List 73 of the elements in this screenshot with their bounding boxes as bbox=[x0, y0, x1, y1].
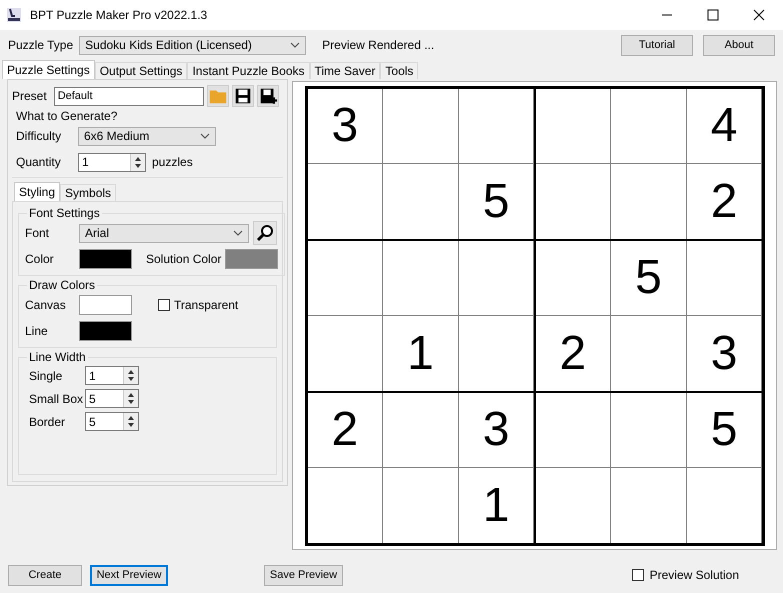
chevron-icon bbox=[233, 230, 243, 236]
color-swatch[interactable] bbox=[79, 249, 132, 269]
save-icon[interactable] bbox=[232, 85, 254, 107]
font-label: Font bbox=[25, 226, 50, 240]
grid-cell: 3 bbox=[686, 316, 762, 390]
color-swatch[interactable] bbox=[79, 321, 132, 341]
group-title: Draw Colors bbox=[28, 278, 96, 292]
difficulty-label: Difficulty bbox=[16, 129, 62, 143]
color-label: Canvas bbox=[25, 298, 67, 312]
search-icon bbox=[256, 224, 274, 242]
toolbar-button[interactable]: About bbox=[703, 34, 775, 56]
app-icon bbox=[6, 7, 22, 23]
number-spinner[interactable]: 5 bbox=[85, 389, 139, 408]
spinner-arrows-icon[interactable] bbox=[123, 367, 138, 384]
spinner-arrows-icon[interactable] bbox=[123, 413, 138, 430]
tab[interactable]: Puzzle Settings bbox=[2, 60, 95, 79]
tab[interactable]: Tools bbox=[380, 62, 418, 79]
grid-cell: 3 bbox=[308, 88, 382, 163]
toolbar-button[interactable]: Tutorial bbox=[621, 34, 693, 56]
maximize-icon[interactable] bbox=[707, 9, 719, 21]
difficulty-dropdown[interactable]: 6x6 Medium bbox=[78, 126, 216, 146]
grid-cell: 5 bbox=[686, 392, 762, 467]
puzzle-type-dropdown[interactable]: Sudoku Kids Edition (Licensed) bbox=[79, 36, 306, 54]
window-title: BPT Puzzle Maker Pro v2022.1.3 bbox=[30, 8, 208, 22]
grid-cell: 4 bbox=[686, 88, 762, 163]
grid-cell: 1 bbox=[383, 316, 458, 390]
save-as-icon[interactable] bbox=[256, 85, 279, 107]
preview-solution-label: Preview Solution bbox=[650, 568, 739, 582]
grid-cell: 3 bbox=[458, 392, 534, 467]
grid-cell: 5 bbox=[458, 164, 534, 238]
checkbox[interactable] bbox=[632, 569, 644, 581]
tab[interactable]: Instant Puzzle Books bbox=[187, 62, 310, 79]
transparent-label: Transparent bbox=[174, 298, 238, 312]
color-label: Color bbox=[25, 252, 55, 266]
field-label: Single bbox=[29, 368, 64, 382]
color-label: Solution Color bbox=[146, 252, 222, 266]
field-label: Small Box bbox=[29, 392, 81, 406]
tab[interactable]: Styling bbox=[14, 182, 60, 201]
chevron-icon bbox=[290, 42, 300, 48]
search-button[interactable] bbox=[253, 221, 277, 245]
grid-cell: 1 bbox=[458, 468, 534, 542]
grid-cell: 2 bbox=[308, 392, 382, 467]
color-swatch[interactable] bbox=[225, 249, 278, 269]
status-text: Preview Rendered ... bbox=[322, 38, 436, 52]
grid-cell: 2 bbox=[686, 164, 762, 238]
action-button[interactable]: Create bbox=[8, 564, 82, 586]
checkbox[interactable] bbox=[158, 299, 170, 311]
action-button[interactable]: Next Preview bbox=[90, 564, 168, 586]
group-title: Line Width bbox=[28, 350, 87, 364]
spinner-arrows-icon[interactable] bbox=[123, 390, 138, 407]
unit-label: puzzles bbox=[152, 155, 193, 169]
color-swatch[interactable] bbox=[79, 295, 132, 315]
quantity-label: Quantity bbox=[16, 155, 62, 169]
number-spinner[interactable]: 5 bbox=[85, 412, 139, 431]
tab[interactable]: Time Saver bbox=[310, 62, 380, 79]
grid-cell: 2 bbox=[536, 316, 610, 390]
puzzle-type-label: Puzzle Type bbox=[8, 38, 74, 52]
tab[interactable]: Symbols bbox=[60, 184, 116, 201]
action-button[interactable]: Save Preview bbox=[264, 564, 343, 586]
spinner-arrows-icon[interactable] bbox=[130, 154, 145, 170]
grid-cell: 5 bbox=[611, 240, 686, 315]
tab[interactable]: Output Settings bbox=[94, 62, 188, 79]
section-title: What to Generate? bbox=[16, 109, 118, 123]
preset-label: Preset bbox=[12, 89, 47, 103]
number-spinner[interactable]: 1 bbox=[85, 366, 139, 385]
field-label: Border bbox=[29, 414, 66, 428]
font-dropdown[interactable]: Arial bbox=[79, 224, 249, 242]
quantity-spinner[interactable]: 1 bbox=[78, 152, 146, 172]
close-icon[interactable] bbox=[753, 9, 765, 21]
group-title: Font Settings bbox=[28, 206, 101, 220]
color-label: Line bbox=[25, 324, 49, 338]
chevron-icon bbox=[200, 133, 210, 139]
preset-field[interactable]: Default bbox=[54, 86, 204, 106]
